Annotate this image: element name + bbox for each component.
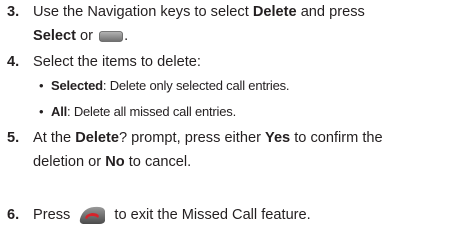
step-text-line: deletion or No to cancel. (33, 154, 192, 170)
step-text-line: Select the items to delete: (33, 54, 201, 70)
end-key-icon (80, 206, 106, 224)
step-text-line: Use the Navigation keys to select Delete… (33, 4, 365, 20)
key-name-select: Select (33, 28, 76, 44)
step-number: 5. (7, 130, 20, 146)
step-6: 6. Press to exit the Missed Call feature… (0, 203, 462, 231)
step-number: 4. (7, 54, 20, 70)
step-number: 6. (7, 207, 20, 223)
step-text-line: Select or . (33, 28, 129, 44)
step-5: 5. At the Delete? prompt, press either Y… (0, 126, 462, 174)
step-number: 3. (7, 4, 20, 20)
menu-option-delete: Delete (252, 4, 297, 20)
step-text-line: Press to exit the Missed Call feature. (33, 206, 311, 224)
option-all: • All: Delete all missed call entries. (39, 104, 236, 119)
option-selected: • Selected: Delete only selected call ent… (39, 78, 290, 93)
select-key-icon (99, 31, 123, 42)
step-text-line: At the Delete? prompt, press either Yes … (33, 130, 383, 146)
step-3: 3. Use the Navigation keys to select Del… (0, 0, 462, 48)
